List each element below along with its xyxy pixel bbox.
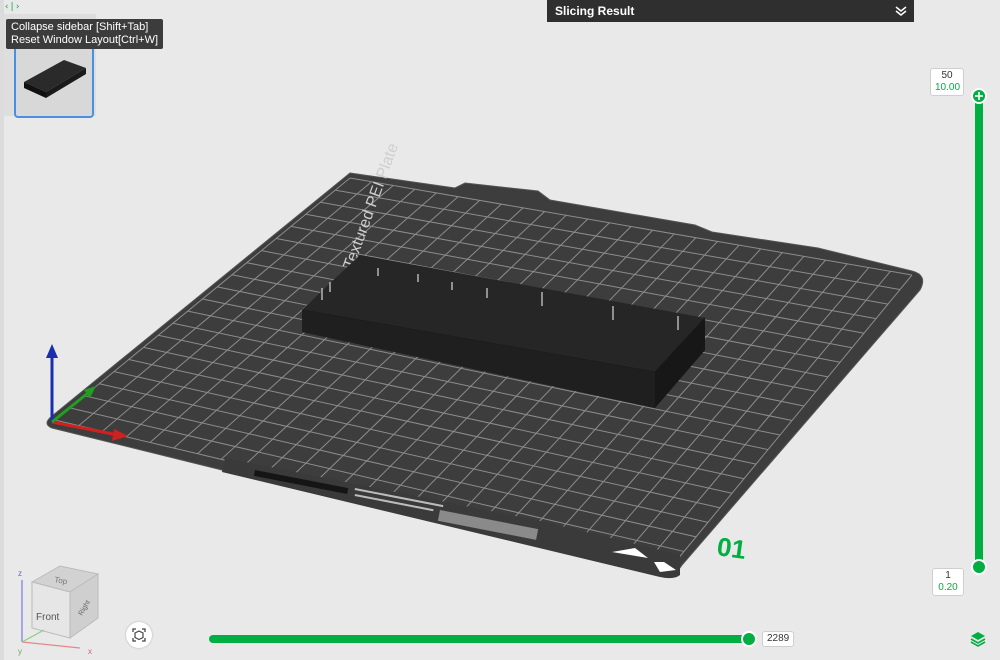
top-layer-number: 50: [941, 70, 953, 81]
axis-z-label: z: [18, 569, 22, 578]
sidebar-tooltip: Collapse sidebar [Shift+Tab] Reset Windo…: [6, 19, 164, 49]
plus-icon: [975, 92, 983, 100]
double-chevron-down-icon[interactable]: [894, 0, 908, 22]
move-slider-track[interactable]: [209, 635, 757, 643]
thumbnail-model-icon: [24, 60, 86, 98]
top-layer-height: 10.00: [935, 82, 961, 93]
view-cube[interactable]: Top Front Right z x y: [14, 562, 106, 658]
recenter-view-icon: [132, 628, 146, 642]
layer-slider-bottom-label: 1 0.20: [932, 568, 964, 596]
tooltip-reset-layout: Reset Window Layout[Ctrl+W]: [11, 34, 159, 46]
layer-slider-top-label: 50 10.00: [930, 68, 964, 96]
slicing-result-header[interactable]: Slicing Result: [547, 0, 914, 22]
move-slider-value: 2289: [762, 631, 795, 647]
viewport-3d[interactable]: Bambu Textured PEI Plate 01: [0, 0, 1000, 660]
layer-slider-track[interactable]: [975, 96, 983, 568]
tooltip-collapse-sidebar: Collapse sidebar [Shift+Tab]: [11, 21, 149, 33]
view-cube-front[interactable]: Front: [36, 612, 60, 623]
axis-y-label: y: [18, 647, 22, 656]
layer-slider-top-handle[interactable]: [971, 88, 987, 104]
bottom-layer-height: 0.20: [938, 582, 958, 593]
bottom-layer-number: 1: [945, 570, 951, 581]
axis-x-label: x: [88, 647, 92, 656]
layer-slider-bottom-handle[interactable]: [971, 559, 987, 575]
recenter-view-button[interactable]: [126, 622, 152, 648]
plate-thumbnail[interactable]: [14, 46, 94, 118]
move-slider-handle[interactable]: [741, 631, 757, 647]
slicing-result-title: Slicing Result: [555, 4, 635, 18]
plate-number: 01: [715, 531, 748, 565]
collapse-arrows-icon[interactable]: ‹|›: [4, 0, 20, 14]
layers-icon[interactable]: [970, 631, 986, 647]
